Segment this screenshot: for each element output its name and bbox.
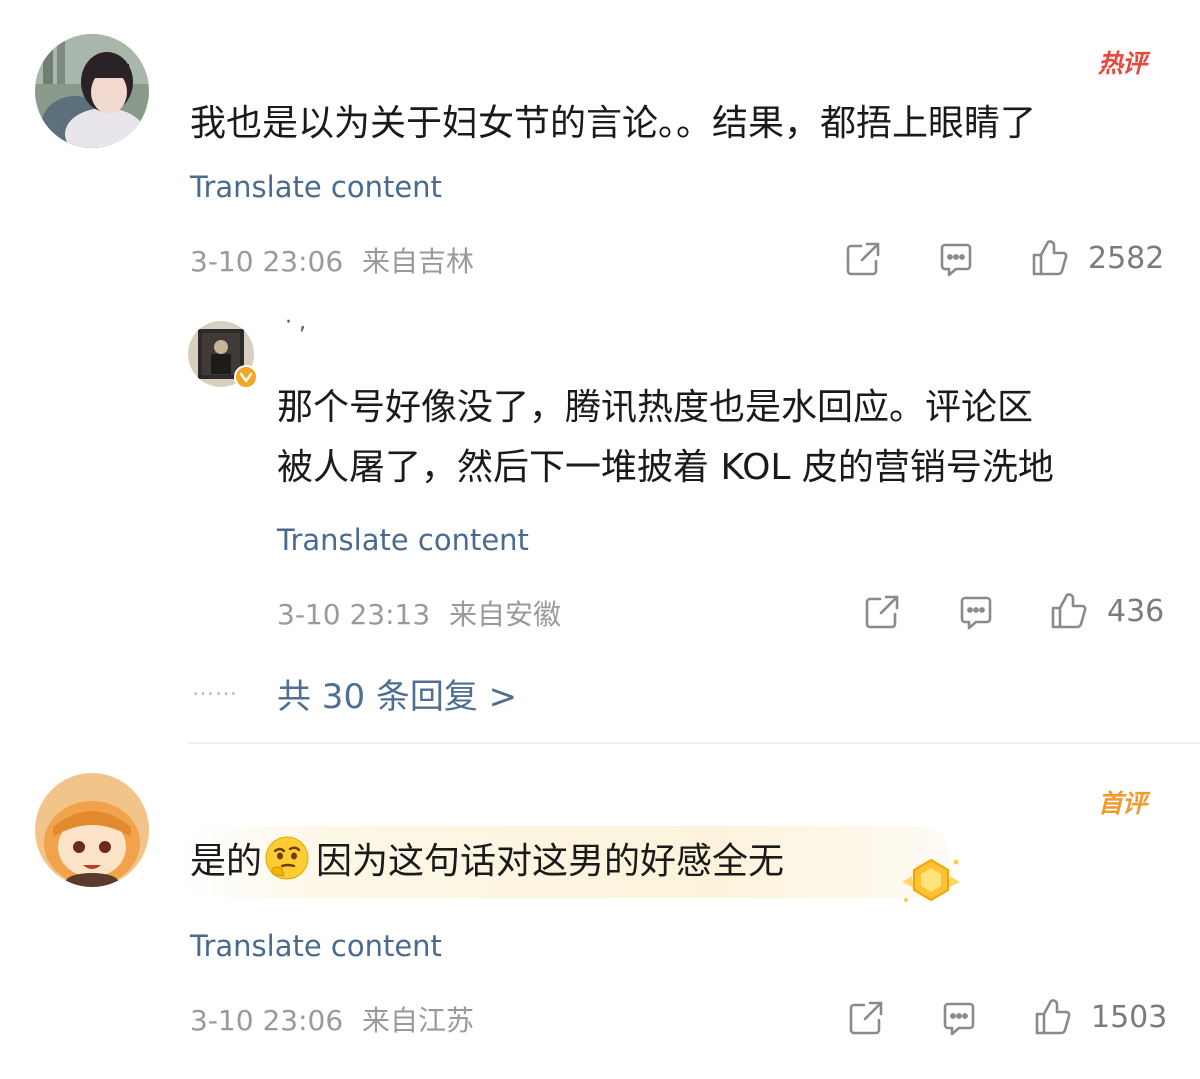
reply-comment-button[interactable] <box>956 593 996 633</box>
reply-share-button[interactable] <box>862 592 902 632</box>
reply-location: 来自安徽 <box>449 598 562 631</box>
comment-text: 我也是以为关于妇女节的言论。。结果，都捂上眼睛了 <box>190 103 1037 144</box>
comment-button[interactable] <box>939 999 979 1039</box>
avatar[interactable] <box>35 773 149 887</box>
divider <box>188 742 1200 744</box>
reply-translate-link[interactable]: Translate content <box>277 523 529 557</box>
thumbs-up-icon <box>1051 593 1087 629</box>
reply-like-count: 436 <box>1107 593 1165 629</box>
reply-time: 3-10 23:13 <box>277 598 431 631</box>
like-button[interactable]: 2582 <box>1030 238 1164 278</box>
first-comment-badge: 首评 <box>1098 789 1147 818</box>
translate-link[interactable]: Translate content <box>190 929 442 963</box>
comment-time: 3-10 23:06 <box>190 245 344 278</box>
verified-badge-icon <box>234 365 258 389</box>
reply-like-button[interactable]: 436 <box>1049 591 1164 631</box>
comment-meta: 3-10 23:06 来自江苏 <box>190 999 474 1039</box>
translate-link[interactable]: Translate content <box>190 170 442 204</box>
reply-username[interactable]: · , <box>285 310 306 335</box>
comment-meta: 3-10 23:06 来自吉林 <box>190 240 474 280</box>
share-button[interactable] <box>843 239 883 279</box>
comment-icon <box>940 243 972 277</box>
comment-text-before: 是的 <box>190 841 263 882</box>
replies-dots: …… <box>192 676 238 701</box>
comment-button[interactable] <box>936 240 976 280</box>
comment-time: 3-10 23:06 <box>190 1004 344 1037</box>
view-all-replies-link[interactable]: 共 30 条回复 > <box>277 669 517 718</box>
like-count: 1503 <box>1091 999 1168 1035</box>
share-icon <box>865 595 899 629</box>
reply-text-line-2: 被人屠了，然后下一堆披着 KOL 皮的营销号洗地 <box>277 447 1054 488</box>
share-icon <box>849 1001 883 1035</box>
comment-location: 来自江苏 <box>362 1004 475 1037</box>
reply-meta: 3-10 23:13 来自安徽 <box>277 593 561 633</box>
share-button[interactable] <box>846 998 886 1038</box>
comment-icon <box>943 1002 975 1036</box>
comment-text: 是的 因为这句话对这男的好感全无 <box>190 832 784 892</box>
share-icon <box>846 242 880 276</box>
like-button[interactable]: 1503 <box>1033 997 1167 1037</box>
comment-location: 来自吉林 <box>362 245 475 278</box>
thumbs-up-icon <box>1035 999 1071 1035</box>
avatar[interactable] <box>35 34 149 148</box>
thinking-emoji-icon <box>265 836 309 880</box>
like-count: 2582 <box>1088 240 1165 276</box>
comment-icon <box>960 596 992 630</box>
reply-text-line-1: 那个号好像没了，腾讯热度也是水回应。评论区 <box>277 387 1034 428</box>
hot-comment-badge: 热评 <box>1098 49 1147 78</box>
thumbs-up-icon <box>1032 240 1068 276</box>
comment-text-after: 因为这句话对这男的好感全无 <box>316 841 785 882</box>
highlight-medal-icon <box>896 852 966 912</box>
